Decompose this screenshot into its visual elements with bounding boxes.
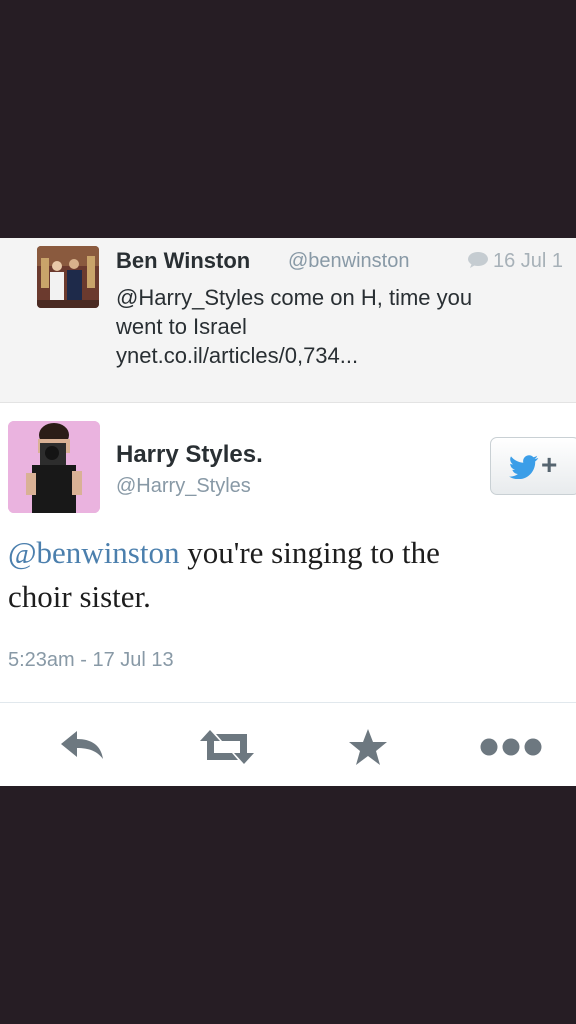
tweet-timestamp[interactable]: 5:23am - 17 Jul 13: [8, 649, 174, 672]
avatar[interactable]: [37, 246, 99, 308]
reply-text-line: @Harry_Styles come on H, time you: [116, 285, 473, 310]
conversation-icon: [468, 252, 488, 268]
tweet-actions-bar: [0, 703, 576, 786]
screen: { "reply_tweet": { "name": "Ben Winston"…: [0, 0, 576, 1024]
favorite-star-icon[interactable]: [347, 727, 389, 767]
reply-icon[interactable]: [57, 727, 107, 763]
tweet-text-line: @benwinston you're singing to the: [8, 531, 568, 575]
retweet-icon[interactable]: [198, 727, 256, 767]
tweet-text: @benwinston you're singing to the choir …: [8, 531, 568, 619]
more-dots-icon[interactable]: [478, 737, 544, 757]
tweet-card: Ben Winston @benwinston 16 Jul 1 @Harry_…: [0, 238, 576, 786]
reply-tweet-text: @Harry_Styles come on H, time you went t…: [116, 283, 566, 370]
follow-plus-label: +: [541, 449, 558, 480]
reply-author-handle[interactable]: @benwinston: [288, 250, 409, 273]
author-handle[interactable]: @Harry_Styles: [116, 475, 251, 498]
reply-text-line: went to Israel: [116, 314, 247, 339]
main-tweet: Harry Styles. @Harry_Styles + @benwinsto…: [0, 403, 576, 786]
follow-button[interactable]: +: [490, 437, 576, 495]
reply-text-link[interactable]: ynet.co.il/articles/0,734...: [116, 341, 566, 370]
in-reply-to-tweet[interactable]: Ben Winston @benwinston 16 Jul 1 @Harry_…: [0, 238, 576, 403]
tweet-text-segment: you're singing to the: [179, 535, 440, 570]
author-name[interactable]: Harry Styles.: [116, 441, 263, 469]
reply-date[interactable]: 16 Jul 1: [493, 250, 563, 273]
twitter-bird-icon: [509, 455, 539, 479]
mention-link[interactable]: @benwinston: [8, 535, 179, 570]
reply-author-name[interactable]: Ben Winston: [116, 248, 250, 274]
avatar[interactable]: [8, 421, 100, 513]
tweet-text-line: choir sister.: [8, 579, 151, 614]
